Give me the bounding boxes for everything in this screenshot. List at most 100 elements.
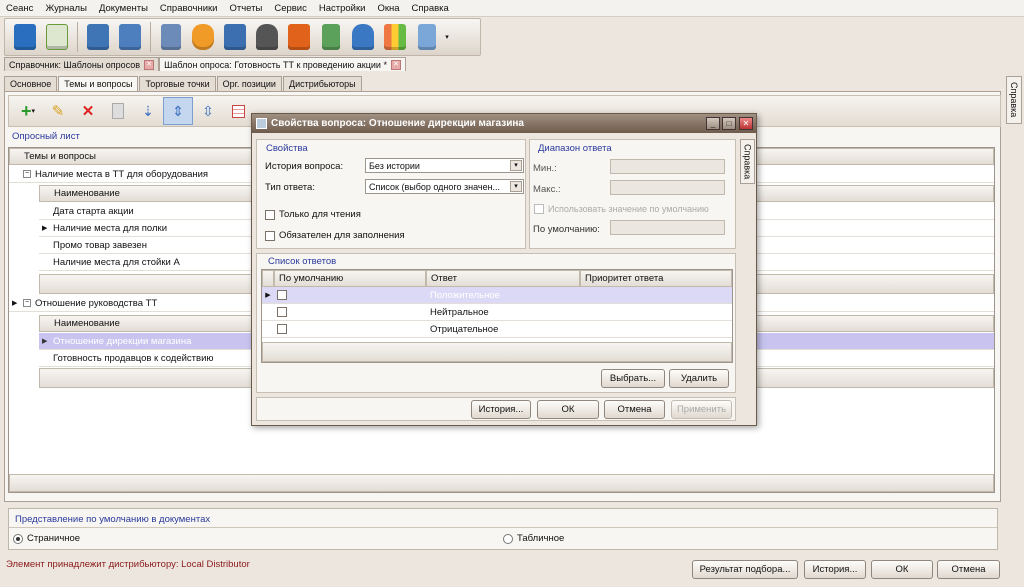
doc-tab-label: Шаблон опроса: Готовность ТТ к проведени… [164, 59, 387, 70]
col-default[interactable]: По умолчанию [274, 270, 426, 287]
min-field[interactable] [610, 159, 725, 174]
dialog-ok-button[interactable]: ОК [537, 400, 599, 419]
min-label: Мин.: [533, 163, 557, 174]
answer-row-selected[interactable]: ▶ Положительное [262, 287, 732, 304]
required-checkbox[interactable]: Обязателен для заполнения [265, 230, 405, 241]
close-icon[interactable]: ✕ [739, 117, 753, 130]
doc-tab-surveys[interactable]: Справочник: Шаблоны опросов ✕ [4, 57, 160, 71]
history-select[interactable]: Без истории ▾ [365, 158, 524, 173]
person-icon[interactable] [251, 21, 283, 53]
toolbar-overflow-icon[interactable]: ▾ [443, 21, 451, 53]
add-icon[interactable]: + ▾ [13, 97, 43, 125]
network-icon[interactable] [411, 21, 443, 53]
properties-title: Свойства [266, 143, 308, 154]
tab-org-positions[interactable]: Орг. позиции [216, 76, 282, 91]
use-default-checkbox[interactable]: Использовать значение по умолчанию [534, 204, 709, 214]
manager-icon[interactable] [347, 21, 379, 53]
menu-documents[interactable]: Документы [93, 3, 154, 14]
checkbox-icon[interactable] [277, 323, 287, 334]
row-pointer-icon: ▶ [265, 292, 271, 299]
status-text: Элемент принадлежит дистрибьютору: Local… [6, 559, 250, 570]
question-properties-dialog: Свойства вопроса: Отношение дирекции маг… [251, 113, 757, 426]
checkbox-icon[interactable] [277, 289, 287, 300]
delete-icon[interactable]: ✕ [73, 97, 103, 125]
tab-outlets[interactable]: Торговые точки [139, 76, 216, 91]
minimize-icon[interactable]: _ [706, 117, 720, 130]
default-view-group: Представление по умолчанию в документах … [8, 508, 998, 550]
people-icon[interactable] [187, 21, 219, 53]
tab-distributors[interactable]: Дистрибьюторы [282, 76, 362, 91]
door-exit-icon[interactable] [82, 21, 114, 53]
edit-icon[interactable]: ✎ [43, 97, 73, 125]
close-icon[interactable]: ✕ [390, 59, 401, 70]
move-down-icon[interactable]: ⇣ [133, 97, 163, 125]
table-icon[interactable] [223, 97, 253, 125]
menu-windows[interactable]: Окна [371, 3, 405, 14]
menu-reports[interactable]: Отчеты [223, 3, 268, 14]
row-pointer-icon: ▶ [42, 338, 48, 345]
range-title: Диапазон ответа [538, 143, 612, 154]
expand-icon[interactable]: ⇕ [163, 97, 193, 125]
menu-bar: Сеанс Журналы Документы Справочники Отче… [0, 0, 1024, 17]
max-label: Макс.: [533, 184, 561, 195]
dialog-history-button[interactable]: История... [471, 400, 531, 419]
help-side-tab[interactable]: Справка [1006, 76, 1022, 124]
collapse-toggle-icon[interactable]: − [23, 170, 31, 178]
radio-table[interactable]: Табличное [503, 533, 564, 544]
chevron-down-icon[interactable]: ▾ [510, 160, 522, 171]
collapse-icon[interactable]: ⇳ [193, 97, 223, 125]
book-icon[interactable] [9, 21, 41, 53]
max-field[interactable] [610, 180, 725, 195]
door-enter-icon[interactable] [114, 21, 146, 53]
dialog-cancel-button[interactable]: Отмена [604, 400, 665, 419]
answer-type-label: Тип ответа: [265, 182, 315, 193]
close-icon[interactable]: ✕ [144, 59, 155, 70]
choose-button[interactable]: Выбрать... [601, 369, 665, 388]
checkbox-icon[interactable] [277, 306, 287, 317]
answer-type-select[interactable]: Список (выбор одного значен... ▾ [365, 179, 524, 194]
selection-result-button[interactable]: Результат подбора... [692, 560, 798, 579]
copy-icon[interactable] [103, 97, 133, 125]
calculator-icon[interactable] [315, 21, 347, 53]
maximize-icon[interactable]: □ [722, 117, 736, 130]
row-pointer-icon: ▶ [42, 225, 48, 232]
col-priority[interactable]: Приоритет ответа [580, 270, 732, 287]
dialog-apply-button[interactable]: Применить [671, 400, 732, 419]
history-label: История вопроса: [265, 161, 344, 172]
checklist-icon[interactable] [41, 21, 73, 53]
bar-chart-icon[interactable] [379, 21, 411, 53]
cancel-button[interactable]: Отмена [937, 560, 1000, 579]
col-answer[interactable]: Ответ [426, 270, 580, 287]
menu-settings[interactable]: Настройки [313, 3, 372, 14]
menu-help[interactable]: Справка [406, 3, 455, 14]
chevron-down-icon[interactable]: ▾ [510, 181, 522, 192]
document-tabs: Справочник: Шаблоны опросов ✕ Шаблон опр… [4, 57, 406, 71]
house-icon[interactable] [219, 21, 251, 53]
answer-row[interactable]: Нейтральное [262, 304, 732, 321]
answers-title: Список ответов [268, 256, 337, 267]
menu-directories[interactable]: Справочники [154, 3, 224, 14]
delete-button[interactable]: Удалить [669, 369, 729, 388]
dialog-titlebar[interactable]: Свойства вопроса: Отношение дирекции маг… [252, 114, 756, 133]
default-field[interactable] [610, 220, 725, 235]
radio-selected-icon [13, 533, 23, 544]
tab-topics[interactable]: Темы и вопросы [58, 76, 139, 91]
history-button[interactable]: История... [804, 560, 866, 579]
tab-main[interactable]: Основное [4, 76, 58, 91]
doc-tab-template[interactable]: Шаблон опроса: Готовность ТТ к проведени… [159, 57, 406, 71]
chart-user-icon[interactable] [155, 21, 187, 53]
menu-session[interactable]: Сеанс [0, 3, 39, 14]
answer-row[interactable]: Отрицательное [262, 321, 732, 338]
row-pointer-icon: ▶ [12, 300, 18, 307]
menu-service[interactable]: Сервис [268, 3, 313, 14]
checkbox-icon [265, 209, 275, 220]
ok-button[interactable]: ОК [871, 560, 933, 579]
default-label: По умолчанию: [533, 224, 600, 235]
presentation-icon[interactable] [283, 21, 315, 53]
readonly-checkbox[interactable]: Только для чтения [265, 209, 361, 220]
menu-journals[interactable]: Журналы [39, 3, 93, 14]
dialog-help-side-tab[interactable]: Справка [740, 139, 755, 184]
answers-grid: По умолчанию Ответ Приоритет ответа ▶ По… [261, 269, 733, 363]
radio-paged[interactable]: Страничное [13, 533, 80, 544]
collapse-toggle-icon[interactable]: − [23, 299, 31, 307]
